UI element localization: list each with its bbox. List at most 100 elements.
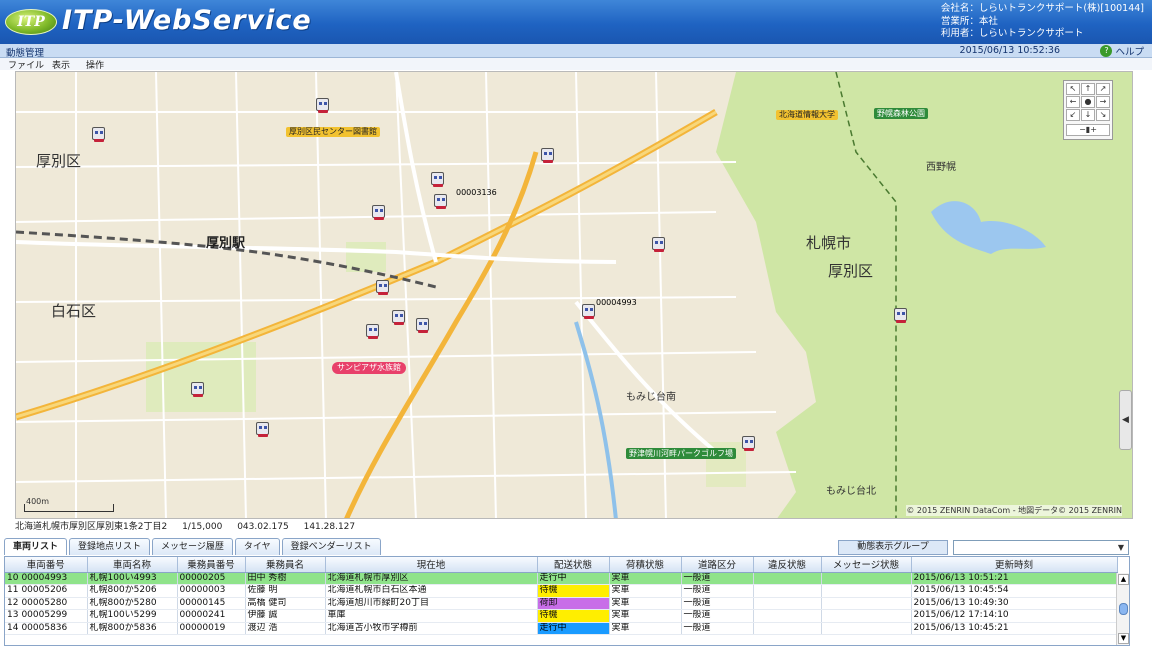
column-header[interactable]: メッセージ状態 bbox=[821, 557, 912, 573]
table-cell: 佐藤 明 bbox=[245, 584, 326, 598]
table-cell: 札幌800か5206 bbox=[87, 584, 178, 598]
map-scale: 1/15,000 bbox=[182, 522, 223, 532]
table-cell: 実車 bbox=[609, 584, 682, 598]
vehicle-marker[interactable] bbox=[392, 310, 405, 325]
column-header[interactable]: 更新時刻 bbox=[911, 557, 1118, 573]
vehicle-id-label: 00003136 bbox=[456, 188, 497, 197]
tab-tire[interactable]: タイヤ bbox=[234, 538, 280, 555]
map-label-nishinomura: 西野幌 bbox=[926, 162, 956, 173]
table-cell: 北海道旭川市緑町20丁目 bbox=[325, 597, 538, 610]
menu-operation[interactable]: 操作 bbox=[86, 58, 104, 71]
map-label-sun-piazza: サンピアザ水族館 bbox=[332, 362, 406, 374]
vehicle-marker[interactable] bbox=[92, 127, 105, 142]
table-cell: 2015/06/13 10:45:54 bbox=[911, 584, 1118, 598]
pan-right-button[interactable]: → bbox=[1096, 96, 1110, 108]
table-cell: 00000019 bbox=[177, 622, 246, 635]
table-cell-vehicle-no: 14 00005836 bbox=[5, 622, 88, 635]
column-header[interactable]: 乗務員名 bbox=[245, 557, 326, 573]
vehicle-id-label: 00004993 bbox=[596, 298, 637, 307]
map-view[interactable]: 厚別区 厚別駅 白石区 札幌市 厚別区 もみじ台南 もみじ台北 西野幌 野津幌川… bbox=[15, 71, 1133, 519]
row-number: 12 bbox=[7, 597, 19, 608]
sub-header: 動態管理 2015/06/13 10:52:36 ? ヘルプ bbox=[0, 44, 1152, 59]
vehicle-marker[interactable] bbox=[256, 422, 269, 437]
row-number: 10 bbox=[7, 572, 19, 583]
table-cell: 実車 bbox=[609, 609, 682, 623]
table-row[interactable]: 14 00005836 札幌800か5836 00000019 渡辺 浩北海道苫小牧市字… bbox=[5, 622, 1118, 635]
table-header: 車両番号 車両名称 乗務員番号 乗務員名 現在地 配送状態 荷積状態 道路区分 … bbox=[5, 557, 1118, 573]
pan-center-button[interactable]: ● bbox=[1081, 96, 1095, 108]
table-cell bbox=[753, 584, 822, 598]
map-navigation-control: ↖ ↑ ↗ ← ● → ↙ ↓ ↘ −▮+ bbox=[1063, 80, 1113, 140]
table-cell: 00000145 bbox=[177, 597, 246, 610]
tab-registered-points[interactable]: 登録地点リスト bbox=[69, 538, 151, 555]
column-header[interactable]: 車両番号 bbox=[5, 557, 88, 573]
menu-view[interactable]: 表示 bbox=[52, 58, 70, 71]
vehicle-marker[interactable] bbox=[416, 318, 429, 333]
vehicle-marker[interactable] bbox=[434, 194, 447, 209]
vehicle-marker[interactable] bbox=[652, 237, 665, 252]
vehicle-marker[interactable] bbox=[376, 280, 389, 295]
help-icon: ? bbox=[1100, 45, 1113, 57]
scroll-down-icon[interactable]: ▼ bbox=[1118, 633, 1129, 644]
column-header[interactable]: 車両名称 bbox=[87, 557, 178, 573]
column-header[interactable]: 配送状態 bbox=[537, 557, 610, 573]
table-cell-vehicle-no: 13 00005299 bbox=[5, 609, 88, 623]
vehicle-marker[interactable] bbox=[431, 172, 444, 187]
latitude: 043.02.175 bbox=[237, 522, 289, 532]
tab-vehicle-list[interactable]: 車両リスト bbox=[4, 538, 68, 555]
vehicle-marker[interactable] bbox=[582, 304, 595, 319]
menu-file[interactable]: ファイル bbox=[8, 58, 44, 71]
side-panel-toggle[interactable]: ◀ bbox=[1119, 390, 1132, 450]
vehicle-number: 00005299 bbox=[21, 610, 68, 621]
zoom-slider[interactable]: −▮+ bbox=[1066, 124, 1110, 136]
vehicle-marker[interactable] bbox=[541, 148, 554, 163]
row-number: 11 bbox=[7, 585, 19, 596]
scroll-thumb[interactable] bbox=[1119, 603, 1128, 615]
column-header[interactable]: 道路区分 bbox=[681, 557, 754, 573]
table-row[interactable]: 12 00005280 札幌800か5280 00000145 高橋 健司 北海道旭川市緑… bbox=[5, 597, 1118, 610]
tab-message-history[interactable]: メッセージ履歴 bbox=[152, 538, 233, 555]
pan-up-right-button[interactable]: ↗ bbox=[1096, 83, 1110, 95]
pan-down-right-button[interactable]: ↘ bbox=[1096, 109, 1110, 121]
column-header[interactable]: 現在地 bbox=[325, 557, 538, 573]
table-cell: 2015/06/13 10:45:21 bbox=[911, 622, 1118, 635]
pan-up-button[interactable]: ↑ bbox=[1081, 83, 1095, 95]
table-cell: 一般道 bbox=[681, 572, 754, 585]
help-button[interactable]: ? ヘルプ bbox=[1100, 44, 1144, 58]
table-cell-vehicle-no: 11 00005206 bbox=[5, 584, 88, 598]
table-cell: 00000003 bbox=[177, 584, 246, 598]
pan-up-left-button[interactable]: ↖ bbox=[1066, 83, 1080, 95]
help-label: ヘルプ bbox=[1115, 47, 1144, 58]
vehicle-marker[interactable] bbox=[316, 98, 329, 113]
itp-logo: ITP bbox=[5, 9, 57, 35]
pan-left-button[interactable]: ← bbox=[1066, 96, 1080, 108]
table-cell bbox=[821, 572, 912, 585]
column-header[interactable]: 荷積状態 bbox=[609, 557, 682, 573]
pan-down-button[interactable]: ↓ bbox=[1081, 109, 1095, 121]
table-cell: 田中 秀樹 bbox=[245, 572, 326, 585]
user-name: 利用者：しらいトランクサポート bbox=[940, 28, 1084, 39]
row-number: 13 bbox=[7, 610, 19, 621]
app-window: ITP ITP-WebService 会社名：しらいトランクサポート(株)[10… bbox=[0, 0, 1152, 648]
table-row[interactable]: 13 00005299 札幌100い5299 00000241 伊藤 誠車庫 待機 実車 一般… bbox=[5, 609, 1118, 623]
vehicle-marker[interactable] bbox=[894, 308, 907, 323]
table-cell: 2015/06/13 10:51:21 bbox=[911, 572, 1118, 585]
map-label-nopporo-park: 野幌森林公園 bbox=[874, 108, 928, 119]
vehicle-marker[interactable] bbox=[366, 324, 379, 339]
vehicle-marker[interactable] bbox=[191, 382, 204, 397]
table-cell: 実車 bbox=[609, 572, 682, 585]
map-label-atsubetsu-ward-east: 厚別区 bbox=[828, 262, 874, 280]
table-cell: 札幌800か5836 bbox=[87, 622, 178, 635]
table-row[interactable]: 10 00004993 札幌100い4993 00000205 田中 秀樹 北海道札幌市厚… bbox=[5, 572, 1118, 585]
scroll-up-icon[interactable]: ▲ bbox=[1118, 574, 1129, 585]
tab-registered-vendors[interactable]: 登録ベンダーリスト bbox=[281, 538, 381, 555]
column-header[interactable]: 乗務員番号 bbox=[177, 557, 246, 573]
table-cell: 一般道 bbox=[681, 622, 754, 635]
pan-down-left-button[interactable]: ↙ bbox=[1066, 109, 1080, 121]
vehicle-marker[interactable] bbox=[372, 205, 385, 220]
table-row[interactable]: 11 00005206 札幌800か5206 00000003 佐藤 明北海道札幌市白石… bbox=[5, 584, 1118, 598]
vehicle-marker[interactable] bbox=[742, 436, 755, 451]
table-scrollbar[interactable]: ▲ ▼ bbox=[1116, 573, 1129, 645]
column-header[interactable]: 違反状態 bbox=[753, 557, 822, 573]
group-filter-select[interactable]: ▼ bbox=[953, 540, 1129, 555]
